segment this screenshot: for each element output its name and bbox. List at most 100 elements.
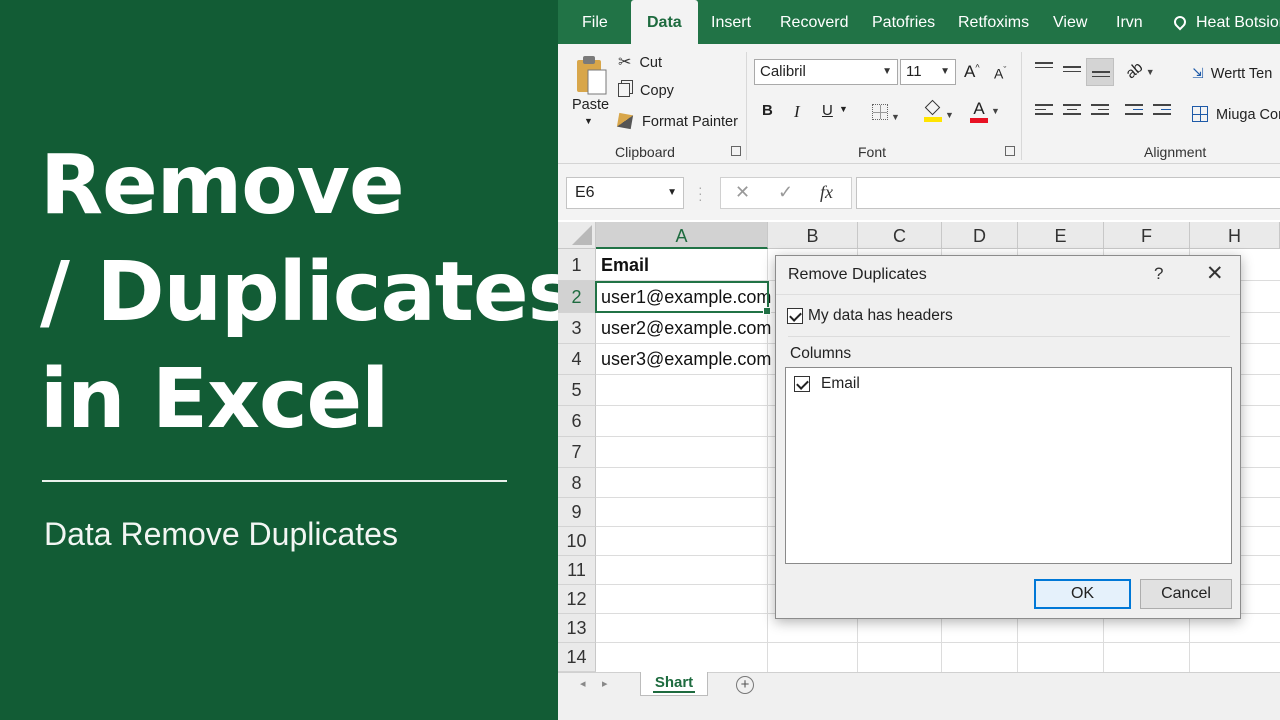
row-header[interactable]: 1 — [558, 249, 596, 281]
format-painter-label: Format Painter — [642, 114, 738, 130]
scissors-icon: ✂ — [618, 54, 632, 71]
cancel-entry-icon[interactable]: ✕ — [735, 182, 750, 203]
fill-color-button[interactable]: ▼ — [924, 99, 954, 122]
column-header-a[interactable]: A — [596, 222, 768, 249]
borders-button[interactable]: ▼ — [872, 104, 900, 124]
cell-a3[interactable]: user2@example.com — [596, 313, 771, 344]
dialog-title: Remove Duplicates — [788, 266, 927, 283]
wrap-text-button[interactable]: ⇲ Wertt Ten — [1192, 65, 1272, 82]
formula-input[interactable] — [856, 177, 1280, 209]
column-header-b[interactable]: B — [768, 222, 858, 249]
format-painter-button[interactable]: Format Painter — [616, 112, 738, 130]
column-checkbox-email[interactable] — [794, 376, 810, 392]
remove-duplicates-dialog: Remove Duplicates ? ✕ My data has header… — [775, 255, 1241, 619]
row-header[interactable]: 6 — [558, 406, 596, 437]
orientation-button[interactable]: ab▼ — [1122, 59, 1154, 83]
cut-button[interactable]: ✂ Cut — [618, 52, 662, 72]
row-header[interactable]: 7 — [558, 437, 596, 468]
insert-function-icon[interactable]: fx — [820, 182, 833, 203]
prev-sheet-icon[interactable]: ◂ — [580, 677, 586, 690]
row-header[interactable]: 10 — [558, 527, 596, 556]
align-bottom-button[interactable] — [1086, 58, 1114, 86]
row-header[interactable]: 12 — [558, 585, 596, 614]
row-header[interactable]: 5 — [558, 375, 596, 406]
ok-button[interactable]: OK — [1034, 579, 1131, 609]
cancel-button[interactable]: Cancel — [1140, 579, 1232, 609]
column-checkbox-label[interactable]: Email — [821, 375, 860, 393]
dialog-divider — [776, 294, 1240, 295]
row-header[interactable]: 2 — [558, 281, 596, 313]
tab-insert[interactable]: Insert — [711, 0, 751, 44]
tab-irvn[interactable]: Irvn — [1116, 0, 1143, 44]
tab-patofries[interactable]: Patofries — [872, 0, 935, 44]
row-header[interactable]: 14 — [558, 643, 596, 672]
select-all-button[interactable] — [558, 222, 596, 249]
column-header-f[interactable]: F — [1104, 222, 1190, 249]
merge-center-button[interactable]: Miuga Comy — [1192, 106, 1280, 123]
formula-buttons: ✕ ✓ fx — [720, 177, 852, 209]
close-icon[interactable]: ✕ — [1206, 261, 1224, 286]
bold-button[interactable]: B — [762, 102, 773, 119]
drag-handle-icon[interactable]: · · · — [698, 180, 703, 206]
promo-title: Remove / Duplicates / in Excel — [40, 132, 633, 453]
tab-file[interactable]: File — [582, 0, 608, 44]
font-color-button[interactable]: A ▼ — [970, 100, 1000, 123]
add-sheet-icon[interactable]: + — [736, 676, 754, 694]
tab-view[interactable]: View — [1053, 0, 1087, 44]
row-header[interactable]: 9 — [558, 498, 596, 527]
row-header[interactable]: 4 — [558, 344, 596, 375]
decrease-indent-icon[interactable] — [1125, 104, 1143, 118]
promo-panel: Remove / Duplicates / in Excel Data Remo… — [0, 0, 633, 720]
underline-dropdown-icon[interactable]: ▼ — [839, 104, 848, 114]
headers-checkbox-label[interactable]: My data has headers — [808, 307, 953, 325]
font-size-combo[interactable]: 11 ▼ — [900, 59, 956, 85]
confirm-entry-icon[interactable]: ✓ — [778, 182, 793, 203]
tab-tell-me[interactable]: Heat Botsion — [1171, 0, 1280, 44]
formula-bar: E6 ▼ · · · ✕ ✓ fx — [558, 164, 1280, 220]
align-center-icon[interactable] — [1063, 104, 1081, 118]
clipboard-launcher-icon[interactable] — [731, 146, 741, 156]
align-right-icon[interactable] — [1091, 104, 1109, 118]
headers-checkbox[interactable] — [787, 308, 803, 324]
paste-dropdown-icon[interactable]: ▼ — [584, 116, 593, 126]
columns-listbox[interactable]: Email — [785, 367, 1232, 564]
column-header-h[interactable]: H — [1190, 222, 1280, 249]
next-sheet-icon[interactable]: ▸ — [602, 677, 608, 690]
sheet-tab-active[interactable]: Shart — [640, 672, 708, 696]
tell-me-label: Heat Botsion — [1196, 14, 1280, 31]
font-launcher-icon[interactable] — [1005, 146, 1015, 156]
copy-button[interactable]: Copy — [618, 83, 674, 99]
row-header[interactable]: 3 — [558, 313, 596, 344]
grow-font-button[interactable]: A^ — [964, 62, 980, 82]
align-middle-icon[interactable] — [1063, 66, 1081, 80]
underline-button[interactable]: U — [822, 102, 833, 119]
paste-label[interactable]: Paste — [572, 97, 609, 113]
column-header-e[interactable]: E — [1018, 222, 1104, 249]
tab-recoverd[interactable]: Recoverd — [780, 0, 848, 44]
copy-icon — [618, 83, 630, 97]
font-name-combo[interactable]: Calibril ▼ — [754, 59, 898, 85]
row-header[interactable]: 8 — [558, 468, 596, 498]
align-left-icon[interactable] — [1035, 104, 1053, 118]
tab-data[interactable]: Data — [631, 0, 698, 44]
cell-a4[interactable]: user3@example.com — [596, 344, 771, 375]
chevron-down-icon: ▼ — [945, 110, 954, 120]
paste-button[interactable] — [574, 54, 610, 98]
chevron-down-icon: ▼ — [667, 187, 677, 198]
column-header-c[interactable]: C — [858, 222, 942, 249]
name-box[interactable]: E6 ▼ — [566, 177, 684, 209]
tab-retfoxims[interactable]: Retfoxims — [958, 0, 1029, 44]
ribbon-separator — [746, 52, 747, 160]
row-header[interactable]: 13 — [558, 614, 596, 643]
promo-title-line: Remove — [40, 138, 405, 233]
cell-a1[interactable]: Email — [596, 249, 768, 281]
italic-button[interactable]: I — [794, 102, 800, 122]
help-icon[interactable]: ? — [1154, 264, 1163, 284]
row-header[interactable]: 11 — [558, 556, 596, 585]
align-top-icon[interactable] — [1035, 62, 1053, 76]
shrink-font-icon: A — [994, 65, 1004, 82]
columns-label: Columns — [790, 345, 852, 362]
shrink-font-button[interactable]: Aˇ — [994, 65, 1006, 82]
increase-indent-icon[interactable] — [1153, 104, 1171, 118]
column-header-d[interactable]: D — [942, 222, 1018, 249]
